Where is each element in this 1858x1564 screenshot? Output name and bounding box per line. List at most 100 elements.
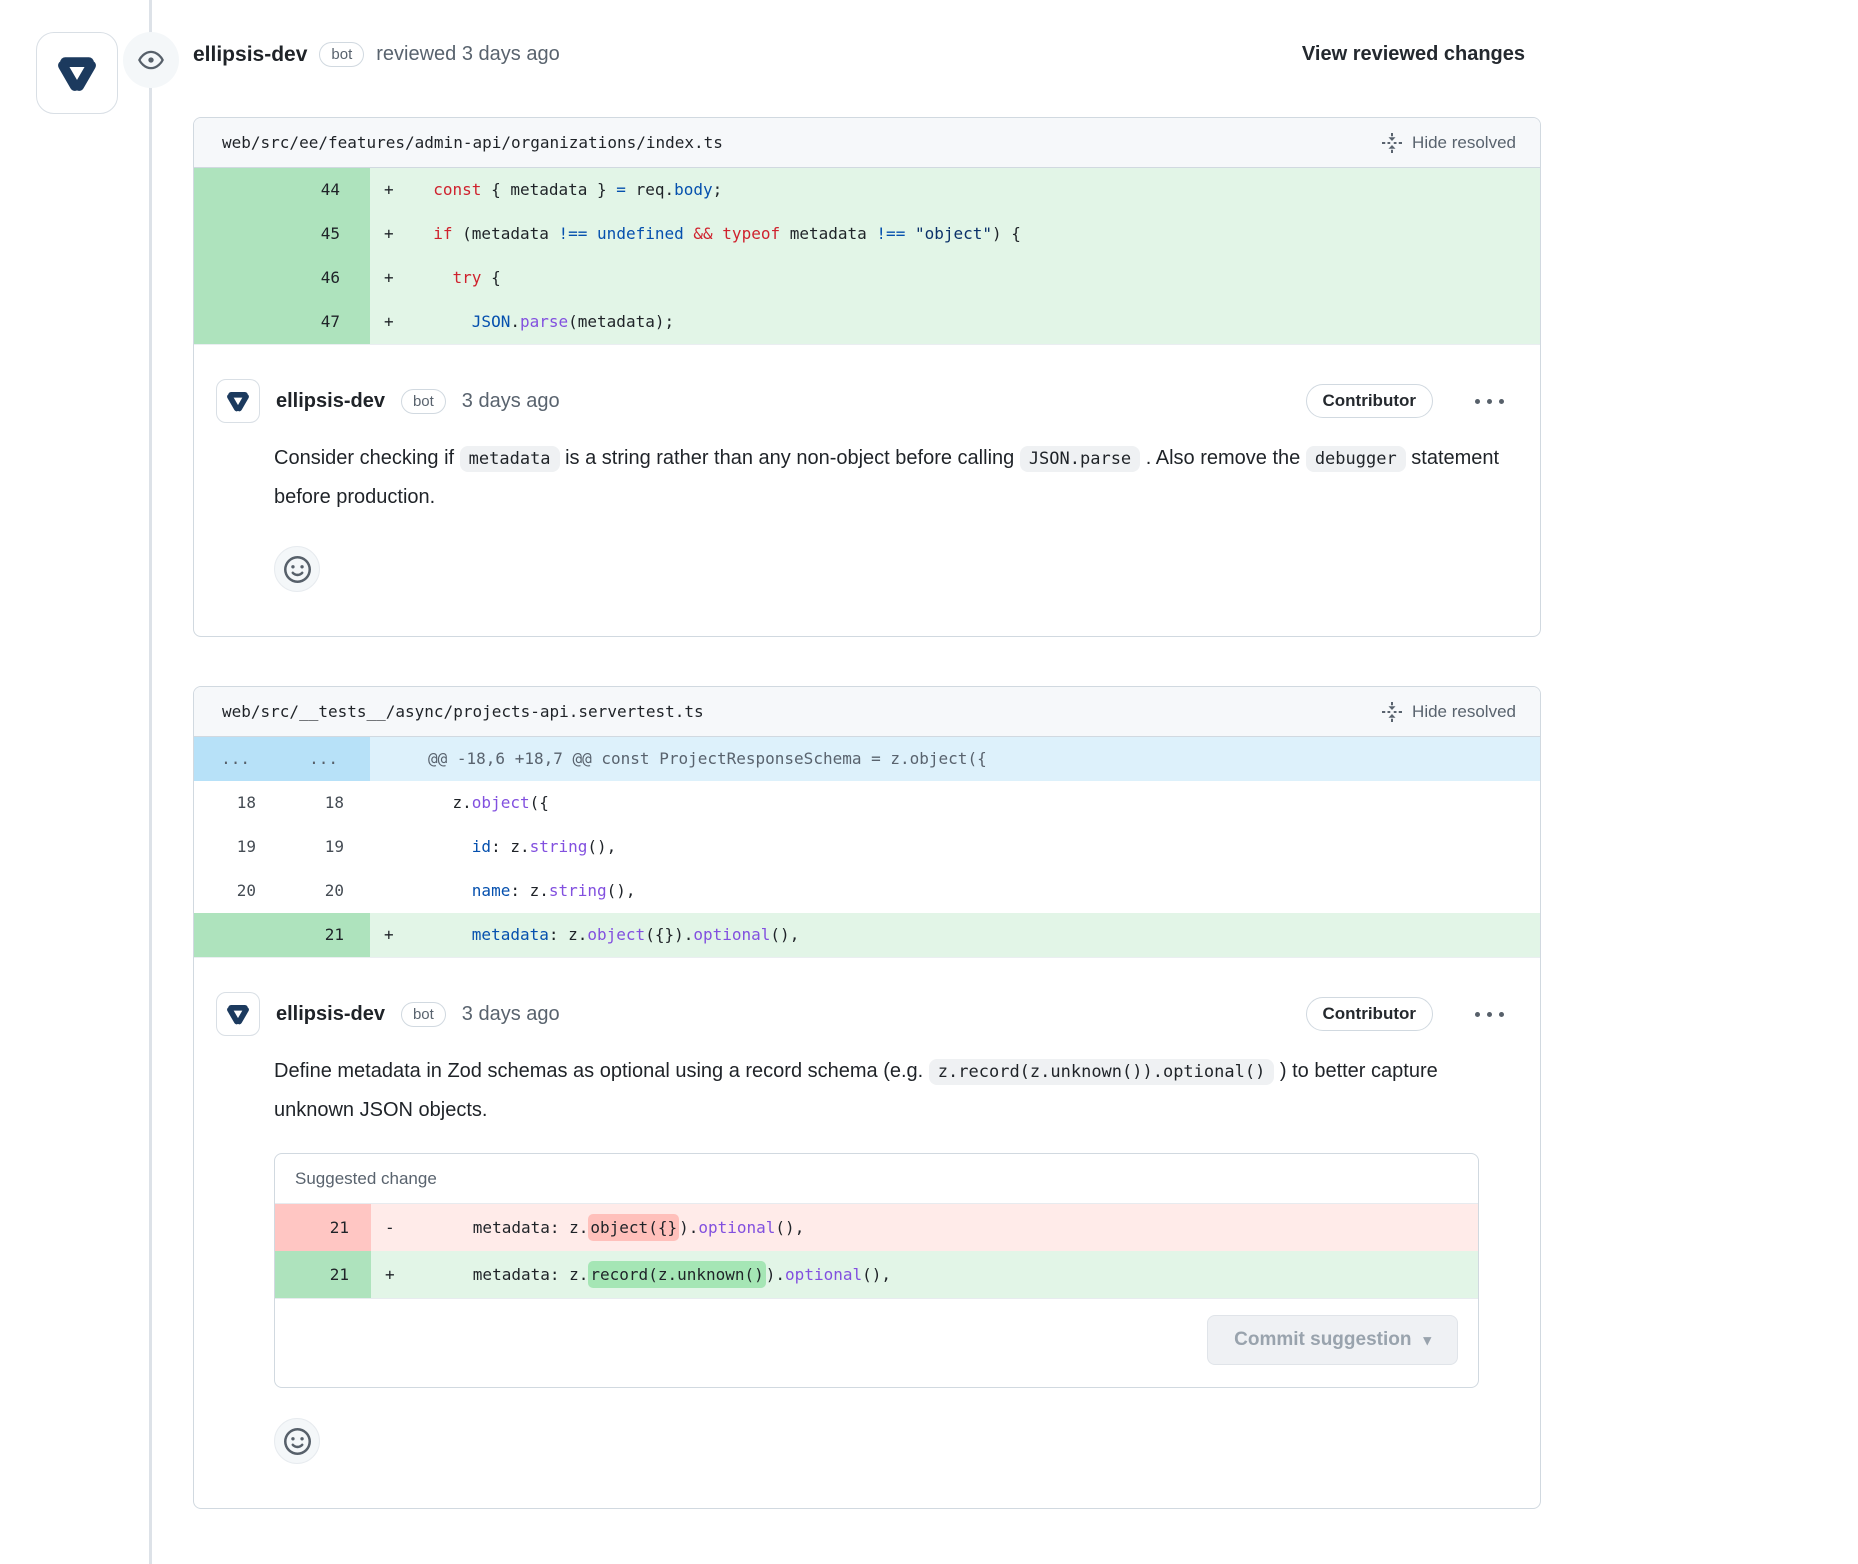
fold-icon: [1382, 133, 1402, 153]
contributor-badge: Contributor: [1306, 997, 1433, 1031]
diff-sign: +: [370, 913, 414, 957]
code-line: metadata: z.object({}).optional(),: [414, 913, 1540, 957]
hide-resolved-label: Hide resolved: [1412, 702, 1516, 722]
hunk-header-text: @@ -18,6 +18,7 @@ const ProjectResponseS…: [370, 737, 1540, 781]
diff-sign: +: [371, 1251, 415, 1298]
file-path-link[interactable]: web/src/ee/features/admin-api/organizati…: [222, 133, 723, 152]
diff-sign: -: [371, 1204, 415, 1251]
bot-badge: bot: [319, 42, 364, 67]
diff-sign: [370, 781, 414, 825]
hunk-gutter-new: ...: [282, 737, 370, 781]
review-thread-card: web/src/ee/features/admin-api/organizati…: [193, 117, 1541, 637]
diff-sign: +: [370, 300, 414, 344]
review-comment: ellipsis-dev bot 3 days ago Contributor …: [194, 345, 1540, 636]
suggestion-footer: Commit suggestion ▾: [275, 1298, 1478, 1387]
suggested-change-label: Suggested change: [275, 1154, 1478, 1204]
commit-suggestion-button[interactable]: Commit suggestion ▾: [1207, 1315, 1458, 1365]
diff-row: 46 + try {: [194, 256, 1540, 300]
code-line: id: z.string(),: [414, 825, 1540, 869]
bot-badge: bot: [401, 1002, 446, 1027]
code-line: JSON.parse(metadata);: [414, 300, 1540, 344]
code-line: z.object({: [414, 781, 1540, 825]
file-header: web/src/ee/features/admin-api/organizati…: [194, 118, 1540, 168]
comment-author[interactable]: ellipsis-dev: [276, 1003, 385, 1026]
bot-badge: bot: [401, 389, 446, 414]
diff-sign: [370, 825, 414, 869]
comment-timestamp[interactable]: 3 days ago: [462, 1003, 560, 1026]
comment-timestamp[interactable]: 3 days ago: [462, 390, 560, 413]
line-number-new: 21: [282, 913, 370, 957]
eye-icon: [137, 46, 165, 74]
kebab-menu-button[interactable]: [1475, 1012, 1504, 1017]
line-number-new: 19: [282, 825, 370, 869]
pr-review-timeline: ellipsis-dev bot reviewed 3 days ago Vie…: [0, 0, 1858, 1564]
line-number-old: 20: [194, 869, 282, 913]
line-number-old: 19: [194, 825, 282, 869]
kebab-menu-button[interactable]: [1475, 399, 1504, 404]
comment-avatar[interactable]: [216, 379, 260, 423]
suggestion-added-row: 21 + metadata: z.record(z.unknown()).opt…: [275, 1251, 1478, 1298]
code-line: try {: [414, 256, 1540, 300]
diff-row: 45 + if (metadata !== undefined && typeo…: [194, 212, 1540, 256]
ellipsis-logo-icon: [223, 999, 253, 1029]
suggested-change-block: Suggested change 21 - metadata: z.object…: [274, 1153, 1479, 1388]
view-reviewed-changes-link[interactable]: View reviewed changes: [1302, 43, 1525, 66]
diff-excerpt: ... ... @@ -18,6 +18,7 @@ const ProjectR…: [194, 737, 1540, 958]
code-line: metadata: z.record(z.unknown()).optional…: [415, 1251, 1478, 1298]
diff-sign: +: [370, 168, 414, 212]
file-path-link[interactable]: web/src/__tests__/async/projects-api.ser…: [222, 702, 704, 721]
diff-sign: +: [370, 256, 414, 300]
code-line: metadata: z.object({}).optional(),: [415, 1204, 1478, 1251]
ellipsis-logo-icon: [223, 386, 253, 416]
line-number: 47: [194, 300, 370, 344]
comment-body: Define metadata in Zod schemas as option…: [274, 1052, 1510, 1129]
comment-header: ellipsis-dev bot 3 days ago Contributor: [216, 992, 1510, 1036]
line-number-old: 18: [194, 781, 282, 825]
comment-avatar[interactable]: [216, 992, 260, 1036]
diff-sign: +: [370, 212, 414, 256]
hide-resolved-label: Hide resolved: [1412, 133, 1516, 153]
smiley-icon: [284, 556, 311, 583]
timeline-line: [149, 0, 152, 1564]
caret-down-icon: ▾: [1423, 1331, 1431, 1349]
code-line: if (metadata !== undefined && typeof met…: [414, 212, 1540, 256]
diff-row: 44 + const { metadata } = req.body;: [194, 168, 1540, 212]
line-number-old: [194, 913, 282, 957]
add-reaction-button[interactable]: [274, 1418, 320, 1464]
reviewer-name[interactable]: ellipsis-dev: [193, 43, 307, 67]
suggestion-removed-row: 21 - metadata: z.object({}).optional(),: [275, 1204, 1478, 1251]
code-line: const { metadata } = req.body;: [414, 168, 1540, 212]
add-reaction-button[interactable]: [274, 546, 320, 592]
ellipsis-logo-icon: [51, 47, 103, 99]
contributor-badge: Contributor: [1306, 384, 1433, 418]
hide-resolved-button[interactable]: Hide resolved: [1382, 702, 1516, 722]
diff-row: 18 18 z.object({: [194, 781, 1540, 825]
line-number: 45: [194, 212, 370, 256]
code-line: name: z.string(),: [414, 869, 1540, 913]
diff-row: 20 20 name: z.string(),: [194, 869, 1540, 913]
hide-resolved-button[interactable]: Hide resolved: [1382, 133, 1516, 153]
diff-sign: [370, 869, 414, 913]
fold-icon: [1382, 702, 1402, 722]
line-number: 21: [275, 1251, 371, 1298]
review-header: ellipsis-dev bot reviewed 3 days ago Vie…: [193, 42, 1525, 67]
diff-row: 21 + metadata: z.object({}).optional(),: [194, 913, 1540, 957]
file-header: web/src/__tests__/async/projects-api.ser…: [194, 687, 1540, 737]
comment-body: Consider checking if metadata is a strin…: [274, 439, 1510, 516]
reviewer-avatar[interactable]: [36, 32, 118, 114]
reaction-row: [274, 546, 1510, 592]
review-meta: reviewed 3 days ago: [376, 43, 559, 66]
diff-row: 19 19 id: z.string(),: [194, 825, 1540, 869]
reaction-row: [274, 1418, 1510, 1464]
review-comment: ellipsis-dev bot 3 days ago Contributor …: [194, 958, 1540, 1508]
comment-header: ellipsis-dev bot 3 days ago Contributor: [216, 379, 1510, 423]
hunk-gutter-old: ...: [194, 737, 282, 781]
review-event-badge: [123, 32, 179, 88]
line-number: 44: [194, 168, 370, 212]
line-number: 46: [194, 256, 370, 300]
line-number-new: 20: [282, 869, 370, 913]
hunk-header-row: ... ... @@ -18,6 +18,7 @@ const ProjectR…: [194, 737, 1540, 781]
comment-author[interactable]: ellipsis-dev: [276, 390, 385, 413]
review-thread-card: web/src/__tests__/async/projects-api.ser…: [193, 686, 1541, 1509]
diff-excerpt: 44 + const { metadata } = req.body; 45 +…: [194, 168, 1540, 345]
